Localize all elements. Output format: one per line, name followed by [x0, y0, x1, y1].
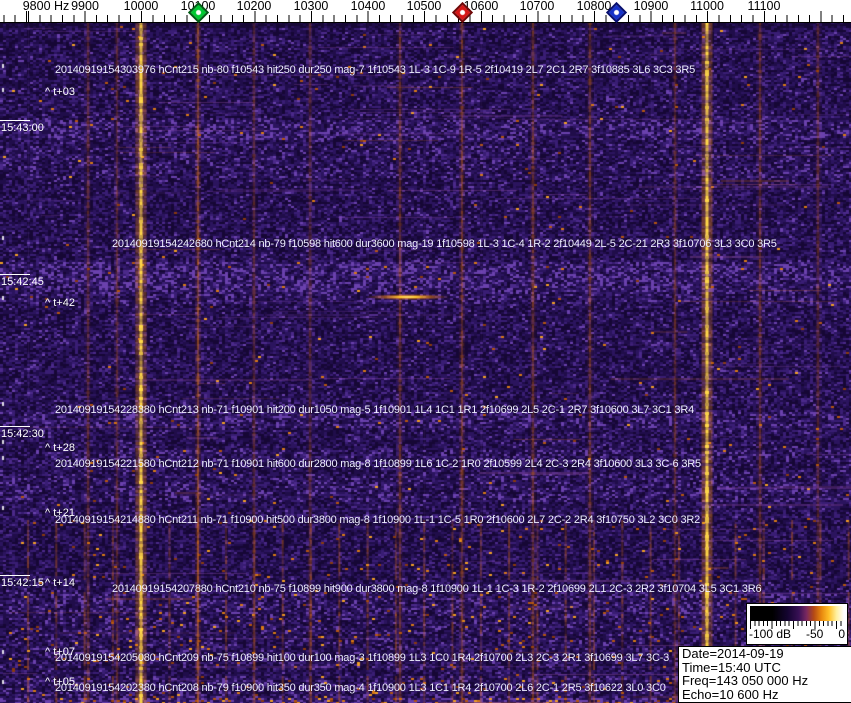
freq-label: 10200 — [236, 0, 272, 13]
freq-label: 10400 — [350, 0, 386, 13]
status-info-box: Date=2014-09-19 Time=15:40 UTC Freq=143 … — [678, 646, 851, 703]
spectrogram-app-window: 9800 Hz 9900 10000 10100 10200 10300 104… — [0, 0, 851, 703]
freq-label: 10700 — [519, 0, 555, 13]
freq-label: 10500 — [406, 0, 442, 13]
frequency-line: Freq=143 050 000 Hz — [682, 673, 809, 689]
freq-label: 10000 — [123, 0, 159, 13]
freq-label: 11100 — [747, 0, 781, 13]
freq-label: 11000 — [690, 0, 724, 13]
color-scale-ticks — [750, 621, 844, 630]
date-time-line: Date=2014-09-19 Time=15:40 UTC — [682, 646, 784, 675]
color-scale-legend: -100 dB -50 0 — [746, 603, 848, 645]
freq-label: 9800 Hz — [22, 0, 70, 13]
echo-line: Echo=10 600 Hz — [682, 686, 779, 702]
freq-label: 10900 — [633, 0, 669, 13]
freq-label: 9900 — [71, 0, 99, 13]
color-scale-gradient — [750, 606, 844, 621]
spectrogram-waterfall — [0, 22, 851, 703]
frequency-ruler: 9800 Hz 9900 10000 10100 10200 10300 104… — [0, 0, 851, 24]
color-scale-minor-ticks — [750, 621, 844, 626]
freq-label: 10300 — [293, 0, 329, 13]
